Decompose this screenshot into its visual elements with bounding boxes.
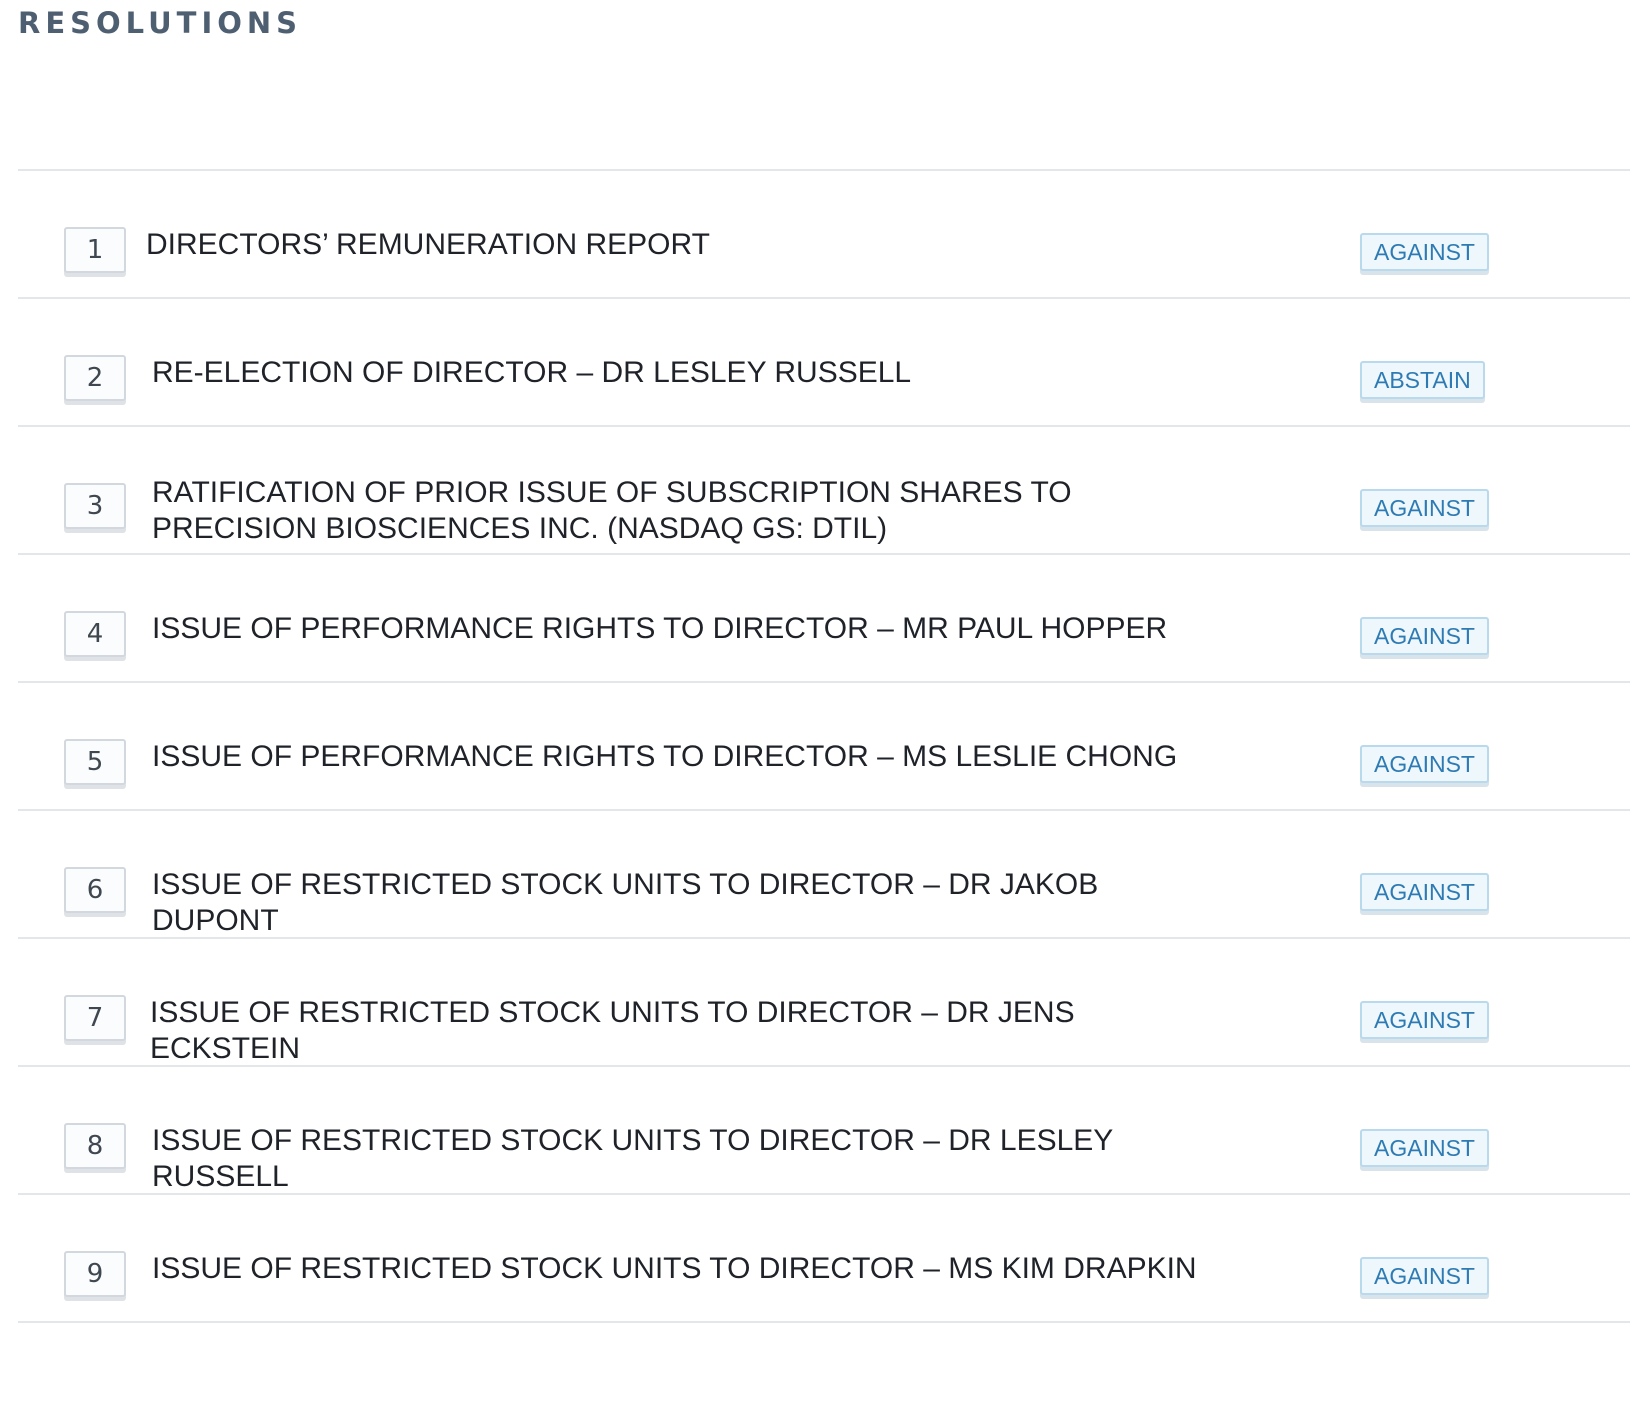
vote-badge: AGAINST	[1360, 873, 1489, 911]
resolution-list: 1 DIRECTORS’ REMUNERATION REPORT AGAINST…	[18, 169, 1630, 1323]
resolution-text: DIRECTORS’ REMUNERATION REPORT	[146, 228, 710, 261]
vote-badge: AGAINST	[1360, 489, 1489, 527]
resolution-number: 3	[64, 483, 126, 529]
resolution-text: RATIFICATION OF PRIOR ISSUE OF SUBSCRIPT…	[152, 476, 1072, 545]
resolution-number: 5	[64, 739, 126, 785]
resolution-row: 1 DIRECTORS’ REMUNERATION REPORT AGAINST	[18, 171, 1630, 299]
resolution-row: 2 RE-ELECTION OF DIRECTOR – DR LESLEY RU…	[18, 299, 1630, 427]
resolution-text: ISSUE OF PERFORMANCE RIGHTS TO DIRECTOR …	[152, 740, 1178, 773]
resolution-number: 2	[64, 355, 126, 401]
resolution-row: 9 ISSUE OF RESTRICTED STOCK UNITS TO DIR…	[18, 1195, 1630, 1323]
resolution-row: 7 ISSUE OF RESTRICTED STOCK UNITS TO DIR…	[18, 939, 1630, 1067]
vote-badge: AGAINST	[1360, 1129, 1489, 1167]
resolution-text: ISSUE OF RESTRICTED STOCK UNITS TO DIREC…	[152, 868, 1099, 937]
resolution-row: 3 RATIFICATION OF PRIOR ISSUE OF SUBSCRI…	[18, 427, 1630, 555]
resolution-number: 4	[64, 611, 126, 657]
vote-badge: AGAINST	[1360, 745, 1489, 783]
resolution-number: 8	[64, 1123, 126, 1169]
vote-badge: AGAINST	[1360, 617, 1489, 655]
section-title: RESOLUTIONS	[18, 6, 303, 40]
resolutions-page: RESOLUTIONS 1 DIRECTORS’ REMUNERATION RE…	[0, 0, 1630, 1428]
resolution-row: 6 ISSUE OF RESTRICTED STOCK UNITS TO DIR…	[18, 811, 1630, 939]
resolution-number: 1	[64, 227, 126, 273]
vote-badge: ABSTAIN	[1360, 361, 1485, 399]
resolution-row: 4 ISSUE OF PERFORMANCE RIGHTS TO DIRECTO…	[18, 555, 1630, 683]
resolution-number: 7	[64, 995, 126, 1041]
resolution-text: ISSUE OF RESTRICTED STOCK UNITS TO DIREC…	[150, 996, 1075, 1065]
resolution-text: ISSUE OF RESTRICTED STOCK UNITS TO DIREC…	[152, 1252, 1197, 1285]
resolution-number: 6	[64, 867, 126, 913]
vote-badge: AGAINST	[1360, 1257, 1489, 1295]
resolution-text: ISSUE OF PERFORMANCE RIGHTS TO DIRECTOR …	[152, 612, 1168, 645]
resolution-row: 5 ISSUE OF PERFORMANCE RIGHTS TO DIRECTO…	[18, 683, 1630, 811]
resolution-text: ISSUE OF RESTRICTED STOCK UNITS TO DIREC…	[152, 1124, 1113, 1193]
resolution-text: RE-ELECTION OF DIRECTOR – DR LESLEY RUSS…	[152, 356, 912, 389]
resolution-number: 9	[64, 1251, 126, 1297]
vote-badge: AGAINST	[1360, 233, 1489, 271]
resolution-row: 8 ISSUE OF RESTRICTED STOCK UNITS TO DIR…	[18, 1067, 1630, 1195]
vote-badge: AGAINST	[1360, 1001, 1489, 1039]
